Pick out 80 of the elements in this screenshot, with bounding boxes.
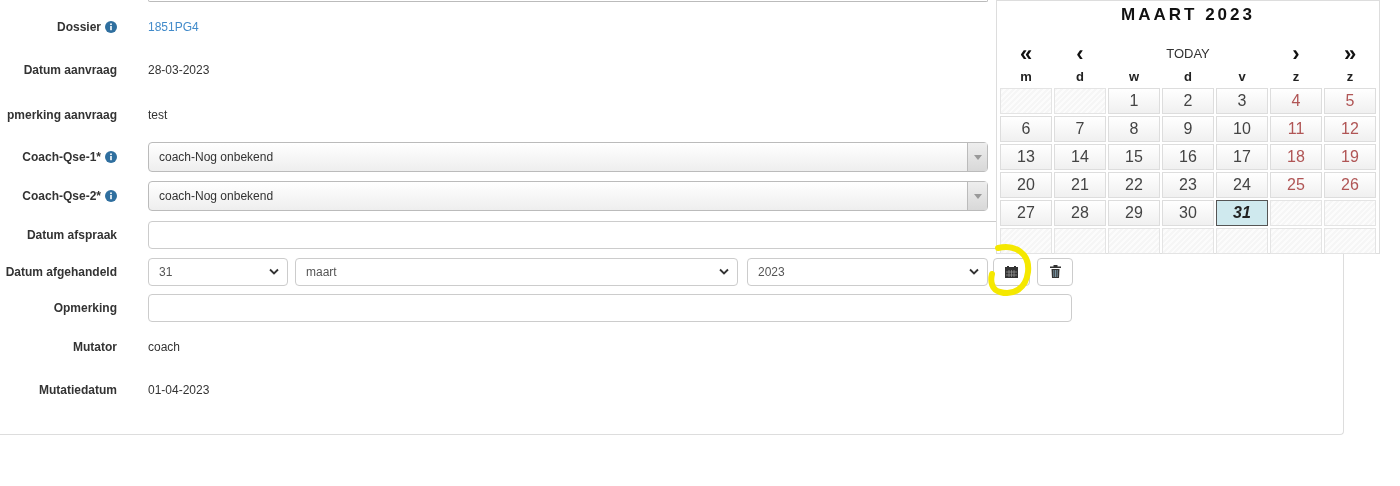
chevron-down-icon — [269, 268, 279, 275]
weekday-label: w — [1127, 68, 1141, 87]
input-field[interactable] — [148, 294, 1072, 322]
coach-dropdown[interactable]: coach-Nog onbekend — [148, 142, 988, 172]
day-cell[interactable]: 6 — [1000, 116, 1052, 142]
field-value: 01-04-2023 — [148, 382, 210, 399]
nav-button[interactable]: › — [1269, 43, 1323, 65]
field-value: test — [148, 106, 168, 124]
day-cell[interactable]: 3 — [1216, 88, 1268, 114]
trash-icon — [1049, 265, 1061, 278]
day-cell[interactable]: 1 — [1108, 88, 1160, 114]
chevron-down-icon — [719, 268, 729, 275]
empty-day-cell — [1000, 88, 1052, 114]
day-cell[interactable]: 12 — [1324, 116, 1376, 142]
field-label: Mutatiedatum — [39, 382, 117, 399]
nav-button[interactable]: « — [999, 43, 1053, 65]
day-cell[interactable]: 29 — [1108, 200, 1160, 226]
weekday-label: d — [1075, 68, 1085, 87]
day-cell[interactable]: 27 — [1000, 200, 1052, 226]
day-cell[interactable]: 2 — [1162, 88, 1214, 114]
dossier-link[interactable]: 1851PG4 — [148, 18, 199, 36]
dropdown[interactable]: maart — [295, 257, 738, 286]
nav-button[interactable]: ‹ — [1053, 43, 1107, 65]
weekday-label: v — [1237, 68, 1247, 87]
day-cell[interactable]: 22 — [1108, 172, 1160, 198]
day-cell[interactable]: 31 — [1216, 200, 1268, 226]
info-icon — [105, 151, 117, 163]
day-cell[interactable]: 15 — [1108, 144, 1160, 170]
day-cell[interactable]: 9 — [1162, 116, 1214, 142]
delete-button[interactable] — [1037, 257, 1073, 286]
day-cell[interactable]: 16 — [1162, 144, 1214, 170]
weekday-label: z — [1345, 68, 1355, 87]
dropdown[interactable]: 2023 — [747, 257, 988, 286]
chevron-down-icon — [969, 268, 979, 275]
calendar-icon — [1005, 265, 1018, 278]
field-label: Coach-Qse-1* — [22, 149, 101, 166]
day-cell[interactable]: 20 — [1000, 172, 1052, 198]
day-cell[interactable]: 17 — [1216, 144, 1268, 170]
day-cell[interactable]: 24 — [1216, 172, 1268, 198]
triangle-down-icon — [973, 154, 982, 160]
triangle-down-icon — [973, 193, 982, 199]
day-cell[interactable]: 7 — [1054, 116, 1106, 142]
day-cell[interactable]: 14 — [1054, 144, 1106, 170]
day-cell[interactable]: 10 — [1216, 116, 1268, 142]
day-cell[interactable]: 13 — [1000, 144, 1052, 170]
weekday-label: m — [1019, 68, 1033, 87]
month-title: MAART 2023 — [1121, 4, 1255, 26]
day-cell[interactable]: 8 — [1108, 116, 1160, 142]
info-icon — [105, 190, 117, 202]
field-label: Datum aanvraag — [23, 62, 117, 79]
day-cell[interactable]: 5 — [1324, 88, 1376, 114]
day-cell[interactable]: 26 — [1324, 172, 1376, 198]
weekday-label: d — [1183, 68, 1193, 87]
coach-dropdown[interactable]: coach-Nog onbekend — [148, 181, 988, 211]
empty-day-cell — [1270, 200, 1322, 226]
day-cell[interactable]: 21 — [1054, 172, 1106, 198]
day-cell[interactable]: 25 — [1270, 172, 1322, 198]
field-label: Opmerking — [53, 300, 117, 317]
day-cell[interactable]: 11 — [1270, 116, 1322, 142]
field-label: Datum afgehandeld — [5, 263, 117, 281]
today-button[interactable]: TODAY — [1107, 44, 1269, 64]
day-cell[interactable]: 23 — [1162, 172, 1214, 198]
day-cell[interactable]: 18 — [1270, 144, 1322, 170]
day-cell[interactable]: 28 — [1054, 200, 1106, 226]
field-value: coach — [148, 339, 181, 356]
empty-day-cell — [1324, 200, 1376, 226]
info-icon — [105, 21, 117, 33]
field-label: Coach-Qse-2* — [22, 188, 101, 205]
empty-day-cell — [1054, 88, 1106, 114]
weekday-label: z — [1291, 68, 1301, 87]
field-label: Datum afspraak — [26, 226, 117, 244]
field-label: Mutator — [73, 339, 117, 356]
field-label: Dossier — [56, 19, 101, 36]
field-value: 28-03-2023 — [148, 62, 210, 79]
day-cell[interactable]: 4 — [1270, 88, 1322, 114]
day-cell[interactable]: 19 — [1324, 144, 1376, 170]
nav-button[interactable]: » — [1323, 43, 1377, 65]
field-label: pmerking aanvraag — [6, 106, 117, 124]
day-cell[interactable]: 30 — [1162, 200, 1214, 226]
dropdown[interactable]: 31 — [148, 257, 288, 286]
